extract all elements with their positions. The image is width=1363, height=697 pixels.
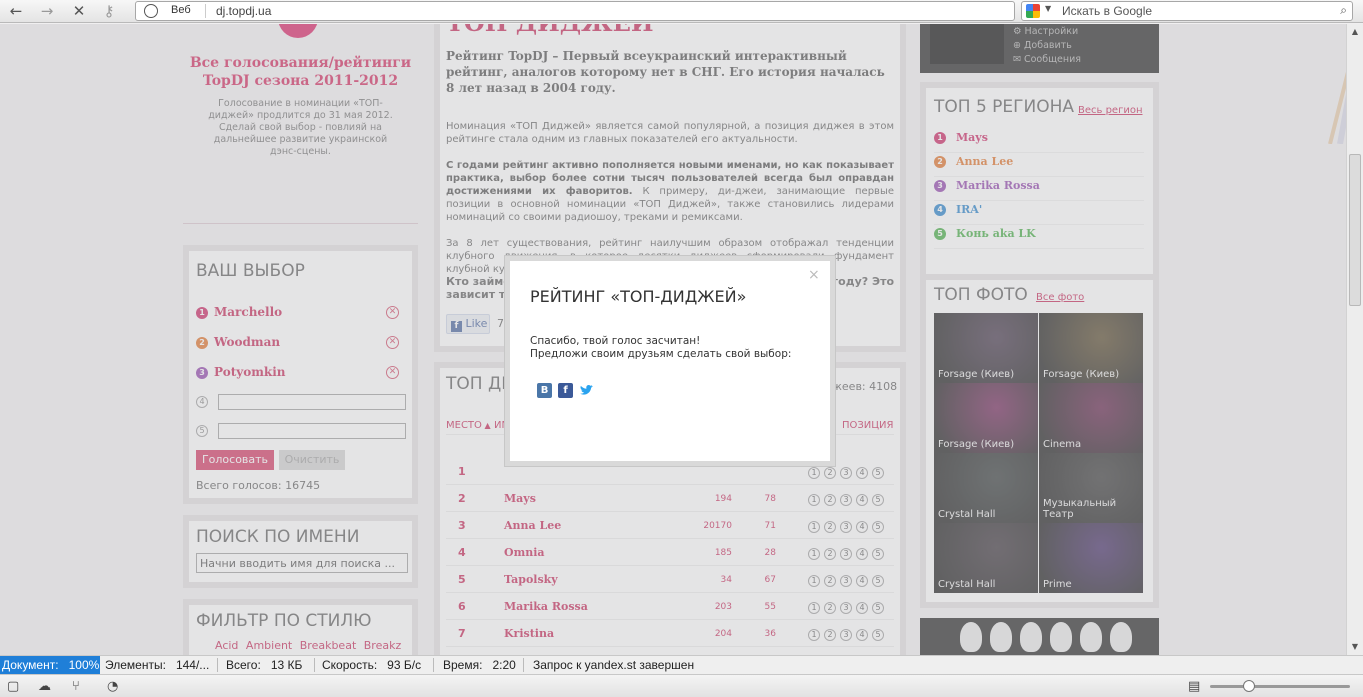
forward-icon[interactable]: → [36, 2, 58, 20]
scroll-thumb[interactable] [1349, 154, 1361, 306]
url-text[interactable]: dj.topdj.ua [216, 4, 271, 18]
thanks-text: Спасибо, твой голос засчитан! [530, 335, 701, 347]
status-divider [314, 658, 315, 672]
speed-status: Скорость: 93 Б/с [322, 658, 422, 672]
status-divider [523, 658, 524, 672]
back-icon[interactable]: ← [5, 2, 27, 20]
share-prompt: Предложи своим друзьям сделать свой выбо… [530, 348, 792, 360]
vote-confirmation-modal: × РЕЙТИНГ «ТОП-ДИДЖЕЙ» Спасибо, твой гол… [505, 256, 835, 466]
zoom-slider[interactable] [1210, 685, 1350, 688]
browser-toolbar: ← → ✕ ⚷ Веб dj.topdj.ua ▼ Искать в Googl… [0, 0, 1363, 23]
browser-bottom-bar: ▢ ☁ ⑂ ◔ ▤ [0, 674, 1363, 697]
resize-corner[interactable] [1346, 655, 1363, 674]
time-status: Время: 2:20 [443, 658, 516, 672]
status-divider [433, 658, 434, 672]
search-bar[interactable]: ▼ Искать в Google ⌕ [1021, 1, 1353, 21]
modal-title: РЕЙТИНГ «ТОП-ДИДЖЕЙ» [530, 287, 747, 306]
search-icon[interactable]: ⌕ [1340, 3, 1347, 18]
vertical-scrollbar[interactable]: ▲ ▼ [1346, 24, 1363, 655]
request-status: Запрос к yandex.st завершен [533, 658, 695, 672]
stop-icon[interactable]: ✕ [68, 2, 90, 20]
view-icon[interactable]: ▤ [1188, 679, 1200, 694]
turbo-icon[interactable]: ◔ [107, 679, 118, 694]
page-viewport: Все голосования/рейтинги TopDJ сезона 20… [0, 24, 1346, 655]
modal-text: Спасибо, твой голос засчитан! Предложи с… [530, 335, 791, 361]
panel-toggle-icon[interactable]: ▢ [7, 679, 19, 694]
status-bar: Документ: 100% Элементы: 144/... Всего: … [0, 655, 1363, 674]
total-status: Всего: 13 КБ [226, 658, 303, 672]
address-divider [205, 4, 206, 18]
globe-icon [144, 4, 158, 18]
zoom-slider-handle[interactable] [1243, 680, 1255, 692]
scroll-up-icon[interactable]: ▲ [1347, 24, 1363, 40]
scroll-down-icon[interactable]: ▼ [1347, 639, 1363, 655]
chevron-down-icon[interactable]: ▼ [1045, 4, 1051, 13]
web-label: Веб [171, 4, 191, 16]
cloud-icon[interactable]: ☁ [38, 679, 51, 694]
google-icon[interactable] [1026, 4, 1040, 18]
document-status: Документ: 100% [0, 656, 100, 674]
elements-status: Элементы: 144/... [105, 658, 210, 672]
facebook-share-icon[interactable]: f [558, 383, 573, 398]
key-icon[interactable]: ⚷ [98, 2, 120, 20]
network-icon[interactable]: ⑂ [72, 679, 80, 694]
search-placeholder[interactable]: Искать в Google [1062, 4, 1152, 18]
address-bar[interactable]: Веб dj.topdj.ua [135, 1, 1015, 21]
close-icon[interactable]: × [808, 267, 820, 283]
vk-share-icon[interactable]: В [537, 383, 552, 398]
twitter-share-icon[interactable] [579, 383, 594, 398]
status-divider [217, 658, 218, 672]
